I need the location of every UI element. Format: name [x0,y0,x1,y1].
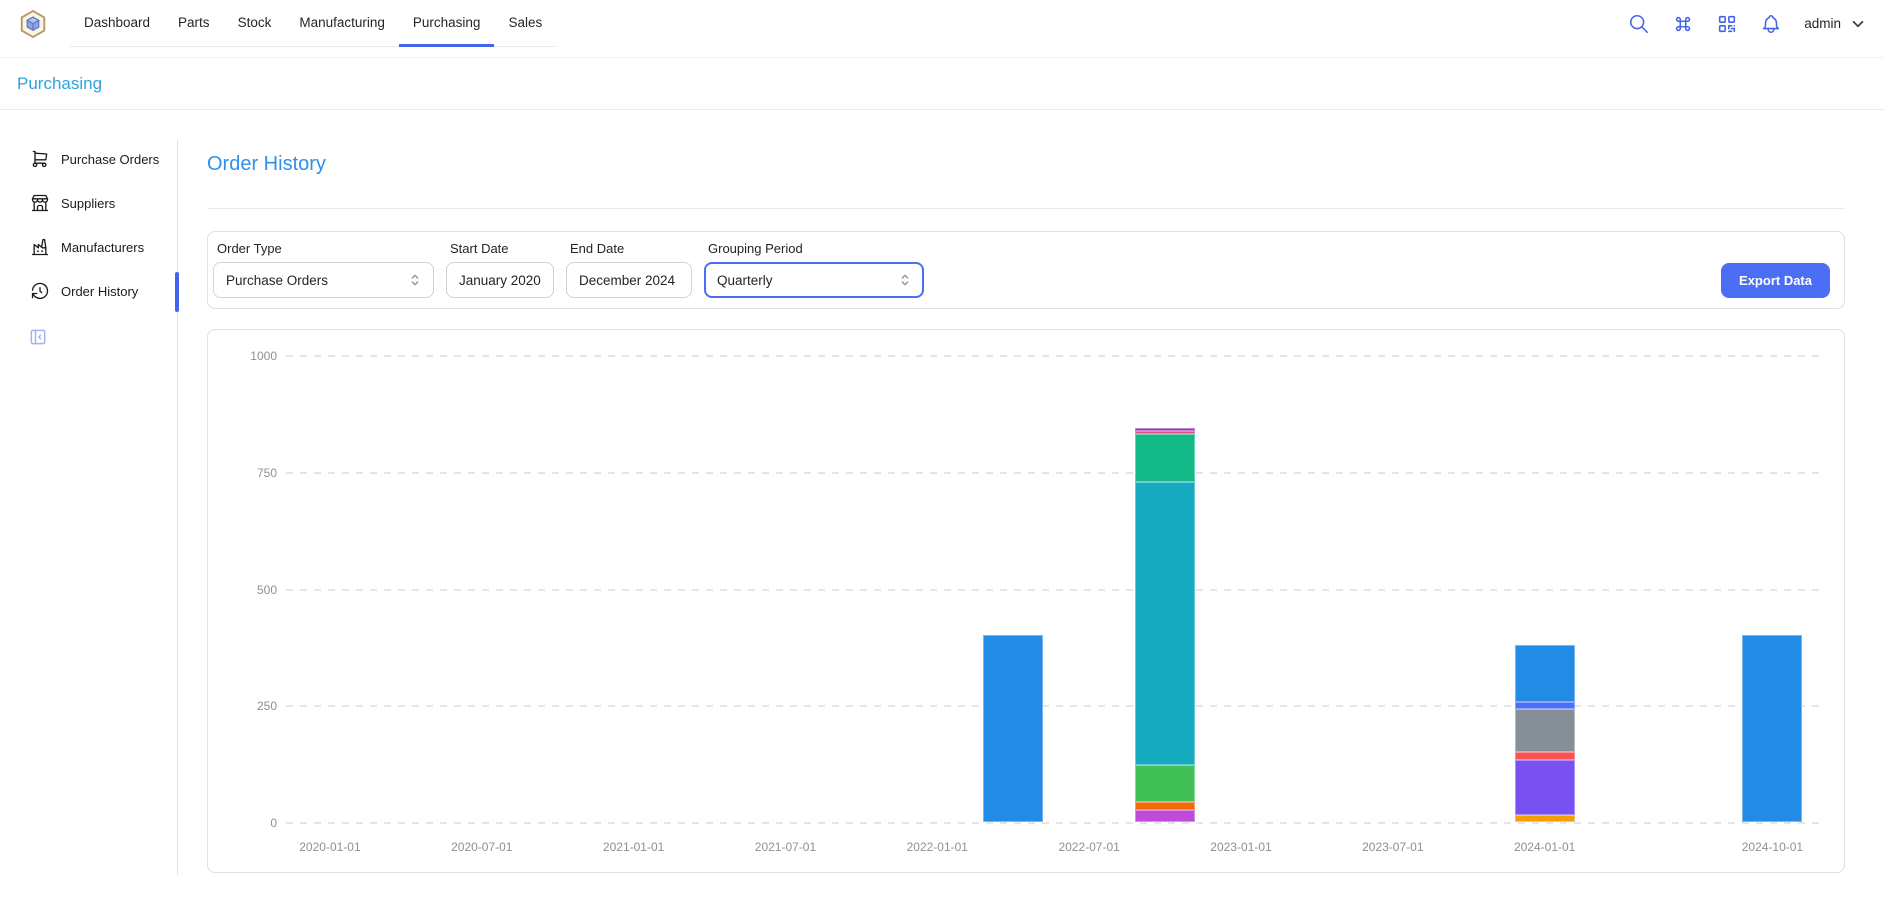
end-date-input[interactable]: December 2024 [566,262,692,298]
bar-segment [1135,434,1195,482]
y-axis-tick-label: 1000 [250,349,277,363]
sidebar-item-label: Purchase Orders [61,152,159,167]
y-axis-tick-label: 750 [257,466,277,480]
content-area: Purchase Orders Suppliers Manufacturers Ord… [0,110,1885,895]
app-logo[interactable] [18,0,48,47]
gridline-y-0 [286,822,1821,824]
order-type-select[interactable]: Purchase Orders [213,262,434,298]
gridline-y-250 [286,705,1821,707]
bar-segment [983,635,1043,822]
bell-icon[interactable] [1760,13,1782,35]
export-data-button[interactable]: Export Data [1721,263,1830,298]
bar-segment [1135,765,1195,802]
sidebar-item-suppliers[interactable]: Suppliers [0,183,177,223]
chevron-down-icon [1849,15,1867,33]
sidebar-active-indicator [175,272,179,312]
start-date-input[interactable]: January 2020 [446,262,554,298]
tab-parts[interactable]: Parts [164,0,224,47]
x-axis-tick-label: 2023-01-01 [1210,840,1271,854]
gridline-y-1000 [286,355,1821,357]
tab-manufacturing[interactable]: Manufacturing [285,0,399,47]
building-factory-icon [30,237,50,257]
user-menu[interactable]: admin [1804,15,1867,33]
y-axis-tick-label: 250 [257,699,277,713]
start-date-label: Start Date [450,241,554,256]
sidebar-divider [177,140,178,875]
sidebar-item-label: Manufacturers [61,240,144,255]
bar-segment [1135,482,1195,765]
grouping-period-value: Quarterly [717,273,773,288]
order-type-group: Order Type Purchase Orders [213,241,434,298]
main-nav-tabs: DashboardPartsStockManufacturingPurchasi… [70,0,556,47]
bar-2024-01-01[interactable] [1515,645,1575,822]
end-date-value: December 2024 [579,273,675,288]
x-axis-tick-label: 2022-01-01 [907,840,968,854]
bar-segment [1742,635,1802,822]
title-divider [207,208,1845,209]
bar-segment [1515,760,1575,816]
gridline-y-500 [286,589,1821,591]
bar-2024-10-01[interactable] [1742,635,1802,822]
tab-sales[interactable]: Sales [494,0,556,47]
selector-chevrons-icon [407,272,423,288]
collapse-sidebar-icon[interactable] [28,327,48,347]
order-type-label: Order Type [217,241,434,256]
search-icon[interactable] [1628,13,1650,35]
bar-2022-04-01[interactable] [983,635,1043,822]
tab-stock[interactable]: Stock [224,0,286,47]
start-date-group: Start Date January 2020 [446,241,554,298]
breadcrumb[interactable]: Purchasing [17,74,102,94]
navbar-actions: admin [1628,0,1867,47]
selector-chevrons-icon [897,272,913,288]
order-type-value: Purchase Orders [226,273,328,288]
bar-segment [1515,815,1575,822]
x-axis-tick-label: 2021-07-01 [755,840,816,854]
sidebar-nav: Purchase Orders Suppliers Manufacturers Ord… [0,139,177,311]
x-axis-tick-label: 2021-01-01 [603,840,664,854]
grouping-period-group: Grouping Period Quarterly [704,241,924,298]
order-history-chart-card: 0 250 500 750 1000 2020-01-01 2020-07-01 2021-0… [207,329,1845,873]
end-date-label: End Date [570,241,692,256]
qrcode-scan-icon[interactable] [1716,13,1738,35]
start-date-value: January 2020 [459,273,541,288]
inventree-logo-icon [18,9,48,39]
end-date-group: End Date December 2024 [566,241,692,298]
tab-dashboard[interactable]: Dashboard [70,0,164,47]
history-icon [30,281,50,301]
sidebar-item-manufacturers[interactable]: Manufacturers [0,227,177,267]
chart-plot: 025050075010002020-01-012020-07-012021-0… [286,356,1821,823]
x-axis-tick-label: 2022-07-01 [1058,840,1119,854]
command-icon[interactable] [1672,13,1694,35]
breadcrumb-bar: Purchasing [0,57,1885,110]
filter-card: Order Type Purchase Orders Start Date Ja… [207,231,1845,309]
sidebar-item-label: Suppliers [61,196,115,211]
tab-purchasing[interactable]: Purchasing [399,0,495,47]
username-label: admin [1804,16,1841,31]
x-axis-tick-label: 2024-10-01 [1742,840,1803,854]
y-axis-tick-label: 500 [257,583,277,597]
gridline-y-750 [286,472,1821,474]
x-axis-tick-label: 2024-01-01 [1514,840,1575,854]
sidebar-item-order-history[interactable]: Order History [0,271,177,311]
main-panel: Order History Order Type Purchase Orders… [177,110,1885,895]
bar-segment [1135,810,1195,822]
shopping-cart-icon [30,149,50,169]
x-axis-tick-label: 2023-07-01 [1362,840,1423,854]
grouping-period-label: Grouping Period [708,241,924,256]
bar-segment [1515,645,1575,703]
sidebar-item-label: Order History [61,284,138,299]
grouping-period-select[interactable]: Quarterly [704,262,924,298]
y-axis-tick-label: 0 [270,816,277,830]
bar-2022-10-01[interactable] [1135,428,1195,822]
x-axis-tick-label: 2020-07-01 [451,840,512,854]
top-navbar: DashboardPartsStockManufacturingPurchasi… [0,0,1885,47]
x-axis-tick-label: 2020-01-01 [299,840,360,854]
bar-segment [1135,802,1195,810]
building-store-icon [30,193,50,213]
bar-segment [1515,709,1575,753]
sidebar-item-purchase-orders[interactable]: Purchase Orders [0,139,177,179]
bar-segment [1515,752,1575,759]
page-title: Order History [207,150,1845,178]
sidebar: Purchase Orders Suppliers Manufacturers Ord… [0,110,177,895]
